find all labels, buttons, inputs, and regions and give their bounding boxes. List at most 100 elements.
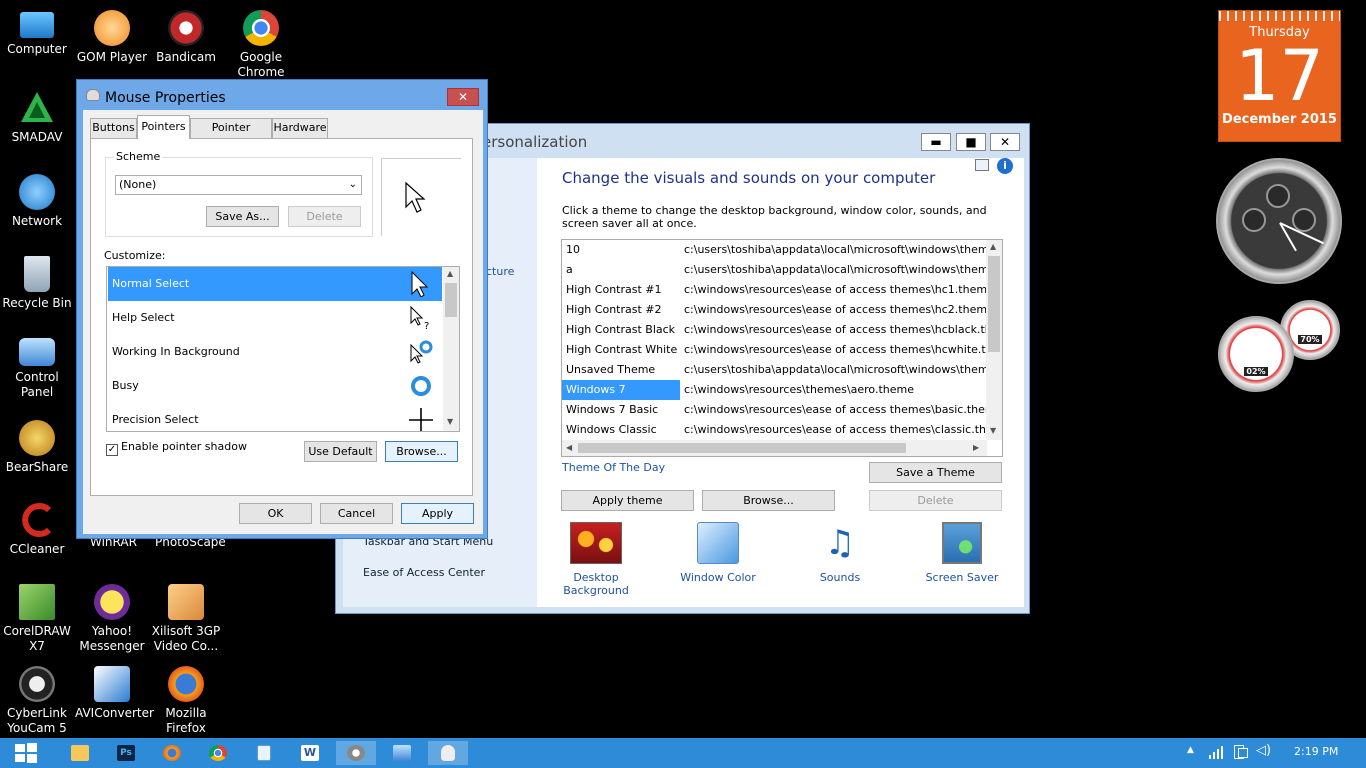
theme-list[interactable]: 10 c:\users\toshiba\appdata\local\microso… [561,239,1003,457]
busy-cursor-icon [411,376,431,396]
pointer-item-busy[interactable]: Busy [108,369,442,403]
desktop-icon-yahoo-messenger[interactable]: Yahoo! Messenger [75,580,149,654]
volume-icon[interactable]: ◁) [1256,743,1271,758]
tab-hardware[interactable]: Hardware [272,118,328,138]
pointer-item-working-in-background[interactable]: Working In Background [108,335,442,369]
desktop-icon-coreldraw[interactable]: CorelDRAW X7 [0,580,74,654]
scroll-thumb[interactable] [988,256,1000,352]
taskbar-photoshop[interactable]: Ps [106,741,146,765]
action-center-icon[interactable] [1238,748,1248,758]
pointer-item-precision-select[interactable]: Precision Select [108,403,442,431]
desktop-background-option[interactable]: Desktop Background [541,522,651,597]
desktop-icon-gom-player[interactable]: GOM Player [75,6,149,65]
save-as-button[interactable]: Save As... [206,206,279,227]
scroll-up-arrow-icon[interactable]: ▲ [447,269,453,278]
taskbar-word[interactable]: W [290,741,330,765]
theme-of-the-day-link[interactable]: Theme Of The Day [562,461,665,474]
theme-list-vscrollbar[interactable]: ▲ ▼ [986,240,1002,440]
ok-button[interactable]: OK [239,503,312,524]
browse-pointer-button[interactable]: Browse... [385,441,458,462]
theme-row[interactable]: High Contrast #2 c:\windows\resources\eas… [562,300,987,320]
desktop-icon-bearshare[interactable]: BearShare [0,416,74,475]
close-button[interactable]: ✕ [447,88,479,106]
desktop-icon-control-panel[interactable]: Control Panel [0,334,74,400]
scroll-left-arrow-icon[interactable]: ◀ [566,443,572,452]
cpu-meter-gadget[interactable]: 02% [1218,316,1294,392]
taskbar-chrome[interactable] [198,741,238,765]
desktop-icon-firefox[interactable]: Mozilla Firefox [149,662,223,736]
taskbar-file-explorer[interactable] [60,741,100,765]
taskbar-mouse-properties[interactable] [428,741,468,765]
scroll-right-arrow-icon[interactable]: ▶ [973,443,979,452]
taskbar-notepad[interactable] [244,741,284,765]
pointer-list[interactable]: Normal Select Help Select ? Working In B… [106,266,460,432]
control-panel-icon [347,745,365,761]
delete-scheme-button[interactable]: Delete [288,206,361,227]
taskbar-firefox[interactable] [152,741,192,765]
save-theme-button[interactable]: Save a Theme [869,462,1002,483]
theme-row[interactable]: 10 c:\users\toshiba\appdata\local\microso… [562,240,987,260]
taskbar-control-panel[interactable] [336,741,376,765]
network-signal-icon[interactable] [1208,745,1224,759]
mouse-properties-dialog[interactable]: Mouse Properties ✕ Buttons Pointers Poin… [76,79,488,539]
desktop-icon-youcam[interactable]: CyberLink YouCam 5 [0,662,74,736]
sounds-option[interactable]: ♫ Sounds [785,522,895,584]
minimize-button[interactable]: ▬ [921,133,951,151]
desktop-icon-chrome[interactable]: Google Chrome [224,6,298,80]
desktop-icon-network[interactable]: Network [0,170,74,229]
side-link-partial[interactable]: cture [486,265,514,278]
theme-row[interactable]: Windows 7 Basic c:\windows\resources\ease… [562,400,987,420]
display-icon[interactable] [975,159,989,171]
scroll-up-arrow-icon[interactable]: ▲ [990,242,996,251]
desktop-icon-bandicam[interactable]: Bandicam [149,6,223,65]
start-button[interactable] [6,741,46,765]
desktop-icon-smadav[interactable]: SMADAV [0,86,74,145]
apply-button[interactable]: Apply [401,503,474,524]
theme-row[interactable]: High Contrast Black c:\windows\resources\… [562,320,987,340]
clock-subdial [1266,184,1290,208]
pointer-item-normal-select[interactable]: Normal Select [108,267,442,301]
clock-gadget[interactable] [1216,158,1342,284]
window-color-option[interactable]: Window Color [663,522,773,584]
side-link-ease-of-access[interactable]: Ease of Access Center [363,566,485,579]
scroll-thumb[interactable] [578,443,906,453]
theme-list-hscrollbar[interactable]: ◀ ▶ [562,440,987,456]
scroll-thumb[interactable] [445,283,457,317]
theme-row[interactable]: Windows 7 c:\windows\resources\themes\aer… [562,380,987,400]
network-icon [19,174,55,210]
maximize-button[interactable]: ■ [956,133,986,151]
desktop-icon-computer[interactable]: Computer [0,6,74,57]
scheme-dropdown[interactable]: (None) ⌄ [115,175,362,195]
use-default-button[interactable]: Use Default [304,441,377,462]
desktop-icon-ccleaner[interactable]: CCleaner [0,498,74,557]
theme-row[interactable]: a c:\users\toshiba\appdata\local\microsof… [562,260,987,280]
theme-row[interactable]: High Contrast #1 c:\windows\resources\eas… [562,280,987,300]
desktop-icon-recycle-bin[interactable]: Recycle Bin [0,252,74,311]
taskbar-personalization[interactable] [382,741,422,765]
close-button[interactable]: ✕ [990,133,1020,151]
desktop-icon-xilisoft[interactable]: Xilisoft 3GP Video Co... [149,580,223,654]
screen-saver-option[interactable]: Screen Saver [907,522,1017,584]
tab-pointers[interactable]: Pointers [137,115,190,139]
scroll-down-arrow-icon[interactable]: ▼ [990,426,996,435]
scroll-down-arrow-icon[interactable]: ▼ [447,417,453,426]
theme-row[interactable]: Windows Classic c:\windows\resources\ease… [562,420,987,440]
theme-row[interactable]: Unsaved Theme c:\users\toshiba\appdata\lo… [562,360,987,380]
pointer-item-help-select[interactable]: Help Select ? [108,301,442,335]
help-icon[interactable]: i [997,158,1013,174]
pointer-list-vscrollbar[interactable]: ▲ ▼ [443,267,459,431]
browse-button[interactable]: Browse... [702,490,835,511]
cancel-button[interactable]: Cancel [320,503,393,524]
show-hidden-icons-icon[interactable]: ▲ [1187,745,1194,755]
delete-button[interactable]: Delete [869,490,1002,511]
clock-time[interactable]: 2:19 PM [1294,745,1338,758]
tab-pointer-options[interactable]: Pointer Options [190,118,272,152]
apply-theme-button[interactable]: Apply theme [561,490,694,511]
enable-pointer-shadow-checkbox[interactable]: ✓ Enable pointer shadow [106,440,247,456]
desktop-icon-aviconverter[interactable]: AVIConverter [75,662,154,721]
theme-row[interactable]: High Contrast White c:\windows\resources\… [562,340,987,360]
calendar-gadget[interactable]: Thursday 17 December 2015 [1218,10,1341,142]
desktop-icon-label: Mozilla Firefox [165,706,207,735]
tab-buttons[interactable]: Buttons [90,118,137,138]
screen-saver-label: Screen Saver [925,571,999,584]
